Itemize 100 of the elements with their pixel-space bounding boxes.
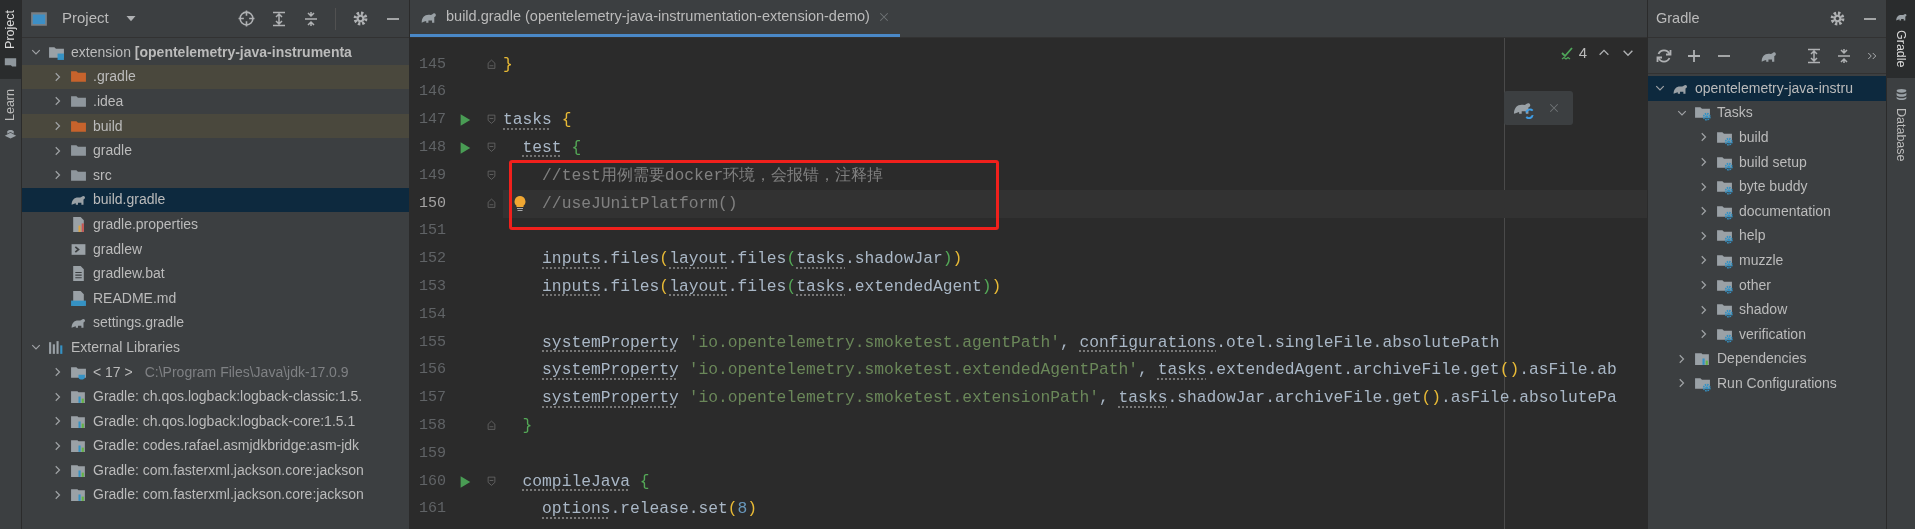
panel-title: Gradle: [1656, 8, 1700, 28]
settings-icon[interactable]: [1829, 10, 1846, 27]
gear-folder-icon: [1716, 129, 1733, 146]
expand-all-icon[interactable]: [271, 10, 287, 27]
line-number: 155: [418, 332, 446, 353]
code-line: systemProperty 'io.opentelemetry.smoketest.extendedAgentPath', tasks.extendedAgent.archiveFile.get().asFile.ab: [542, 359, 1617, 382]
tree-item[interactable]: help: [1648, 223, 1886, 249]
tree-item[interactable]: build: [22, 113, 409, 139]
tree-item[interactable]: Gradle: com.fasterxml.jackson.core:jackson: [22, 458, 409, 483]
plus-icon[interactable]: [1686, 47, 1702, 64]
code-line: inputs.files(layout.files(tasks.extendedAgent)): [542, 276, 1002, 299]
folder-icon: [70, 93, 87, 110]
tree-item[interactable]: gradle: [22, 138, 409, 163]
window-icon: [30, 9, 48, 28]
line-number: 156: [418, 360, 446, 381]
tree-item[interactable]: .idea: [22, 89, 409, 114]
tree-item[interactable]: gradlew.bat: [22, 261, 409, 286]
library-icon: [1694, 350, 1711, 368]
lightbulb-icon[interactable]: [513, 195, 527, 213]
code-line: systemProperty 'io.opentelemetry.smoketest.extensionPath', tasks.shadowJar.archiveFile.get().asFile.absolutePa: [542, 387, 1617, 410]
code-line: //useJUnitPlatform(): [542, 192, 738, 215]
tree-item[interactable]: Dependencies: [1648, 346, 1886, 372]
tree-item[interactable]: verification: [1648, 321, 1886, 347]
folder-icon: [4, 55, 17, 69]
tree-item[interactable]: documentation: [1648, 198, 1886, 224]
gear-folder-icon: [1716, 301, 1733, 319]
line-number: 149: [418, 165, 446, 186]
tool-window-tab[interactable]: Gradle: [1887, 0, 1915, 78]
collapse-all-icon[interactable]: [303, 10, 319, 27]
document-icon: [70, 265, 87, 283]
document-icon: [70, 289, 87, 307]
fold-icon[interactable]: [487, 196, 499, 211]
tree-item[interactable]: build setup: [1648, 149, 1886, 175]
tool-window-tab[interactable]: Database: [1887, 77, 1915, 172]
database-icon: [1894, 87, 1908, 101]
code-line: tasks {: [503, 109, 572, 132]
tree-item[interactable]: build: [1648, 125, 1886, 150]
tree-item[interactable]: extension [opentelemetry-java-instrumenta: [22, 40, 409, 65]
refresh-icon[interactable]: [1656, 47, 1672, 64]
library-icon: [70, 388, 87, 406]
library-icon: [70, 486, 87, 504]
collapse-all-icon[interactable]: [1836, 47, 1852, 64]
tree-item[interactable]: gradlew: [22, 236, 409, 262]
graduation-cap-icon: [4, 127, 17, 141]
code-line: compileJava {: [522, 470, 650, 493]
code-line: test {: [522, 137, 582, 160]
line-number: 150: [418, 193, 446, 214]
settings-icon[interactable]: [352, 10, 369, 27]
tree-item[interactable]: README.md: [22, 285, 409, 311]
line-number: 147: [418, 110, 446, 131]
code-line: }: [503, 53, 513, 76]
line-number: 157: [418, 388, 446, 409]
tree-item[interactable]: shadow: [1648, 297, 1886, 322]
line-number: 159: [418, 443, 446, 464]
code-line: inputs.files(layout.files(tasks.shadowJar)): [542, 248, 963, 271]
fold-icon[interactable]: [487, 474, 499, 489]
view-dropdown[interactable]: Project: [62, 7, 137, 30]
tree-item[interactable]: settings.gradle: [22, 310, 409, 336]
tree-item[interactable]: Gradle: com.fasterxml.jackson.core:jackson: [22, 482, 409, 508]
bar-chart-icon: [48, 338, 65, 356]
gear-folder-icon: [1716, 227, 1733, 245]
inspection-count[interactable]: 4: [1578, 42, 1587, 65]
line-number: 154: [418, 304, 446, 325]
close-icon[interactable]: [877, 11, 890, 23]
fold-icon[interactable]: [487, 57, 499, 72]
line-number: 153: [418, 277, 446, 297]
line-number: 148: [418, 138, 446, 159]
tree-item[interactable]: Gradle: ch.qos.logback:logback-core:1.5.1: [22, 408, 409, 434]
code-line: options.release.set(8): [542, 498, 758, 521]
gear-folder-icon: [1694, 104, 1711, 122]
code-line: systemProperty 'io.opentelemetry.smoketest.agentPath', configurations.otel.singleFile.absolutePath: [542, 331, 1500, 354]
line-number: 158: [418, 416, 446, 436]
tree-item[interactable]: External Libraries: [22, 335, 409, 360]
line-number: 161: [418, 499, 446, 520]
crosshair-icon[interactable]: [238, 10, 255, 27]
tree-item[interactable]: < 17 > C:\Program Files\Java\jdk-17.0.9: [22, 359, 409, 385]
close-icon[interactable]: [1548, 102, 1560, 114]
tree-item[interactable]: other: [1648, 272, 1886, 298]
tree-item[interactable]: Tasks: [1648, 100, 1886, 126]
chart-file-icon: [70, 215, 87, 233]
tree-item[interactable]: Gradle: ch.qos.logback:logback-classic:1.5.: [22, 384, 409, 409]
tree-item[interactable]: build.gradle: [22, 187, 409, 213]
tree-item[interactable]: .gradle: [22, 64, 409, 90]
tool-window-tab[interactable]: Project: [0, 0, 21, 79]
library-icon: [70, 437, 87, 455]
code-line: //test用例需要docker环境，会报错，注释掉: [542, 164, 884, 187]
gear-folder-icon: [1716, 178, 1733, 196]
tool-window-tab[interactable]: Learn: [0, 78, 21, 151]
tree-item[interactable]: opentelemetry-java-instru: [1648, 76, 1886, 101]
line-number: 160: [418, 471, 446, 492]
line-number: 146: [418, 82, 446, 103]
expand-all-icon[interactable]: [1806, 47, 1822, 64]
path-text: C:\Program Files\Java\jdk-17.0.9: [144, 362, 349, 382]
tree-item[interactable]: Run Configurations: [1648, 371, 1886, 396]
tree-item[interactable]: gradle.properties: [22, 212, 409, 237]
tree-item[interactable]: muzzle: [1648, 248, 1886, 273]
tree-item[interactable]: byte buddy: [1648, 174, 1886, 199]
line-number: 152: [418, 249, 446, 270]
tree-item[interactable]: Gradle: codes.rafael.asmjdkbridge:asm-jdk: [22, 433, 409, 459]
tree-item[interactable]: src: [22, 162, 409, 188]
